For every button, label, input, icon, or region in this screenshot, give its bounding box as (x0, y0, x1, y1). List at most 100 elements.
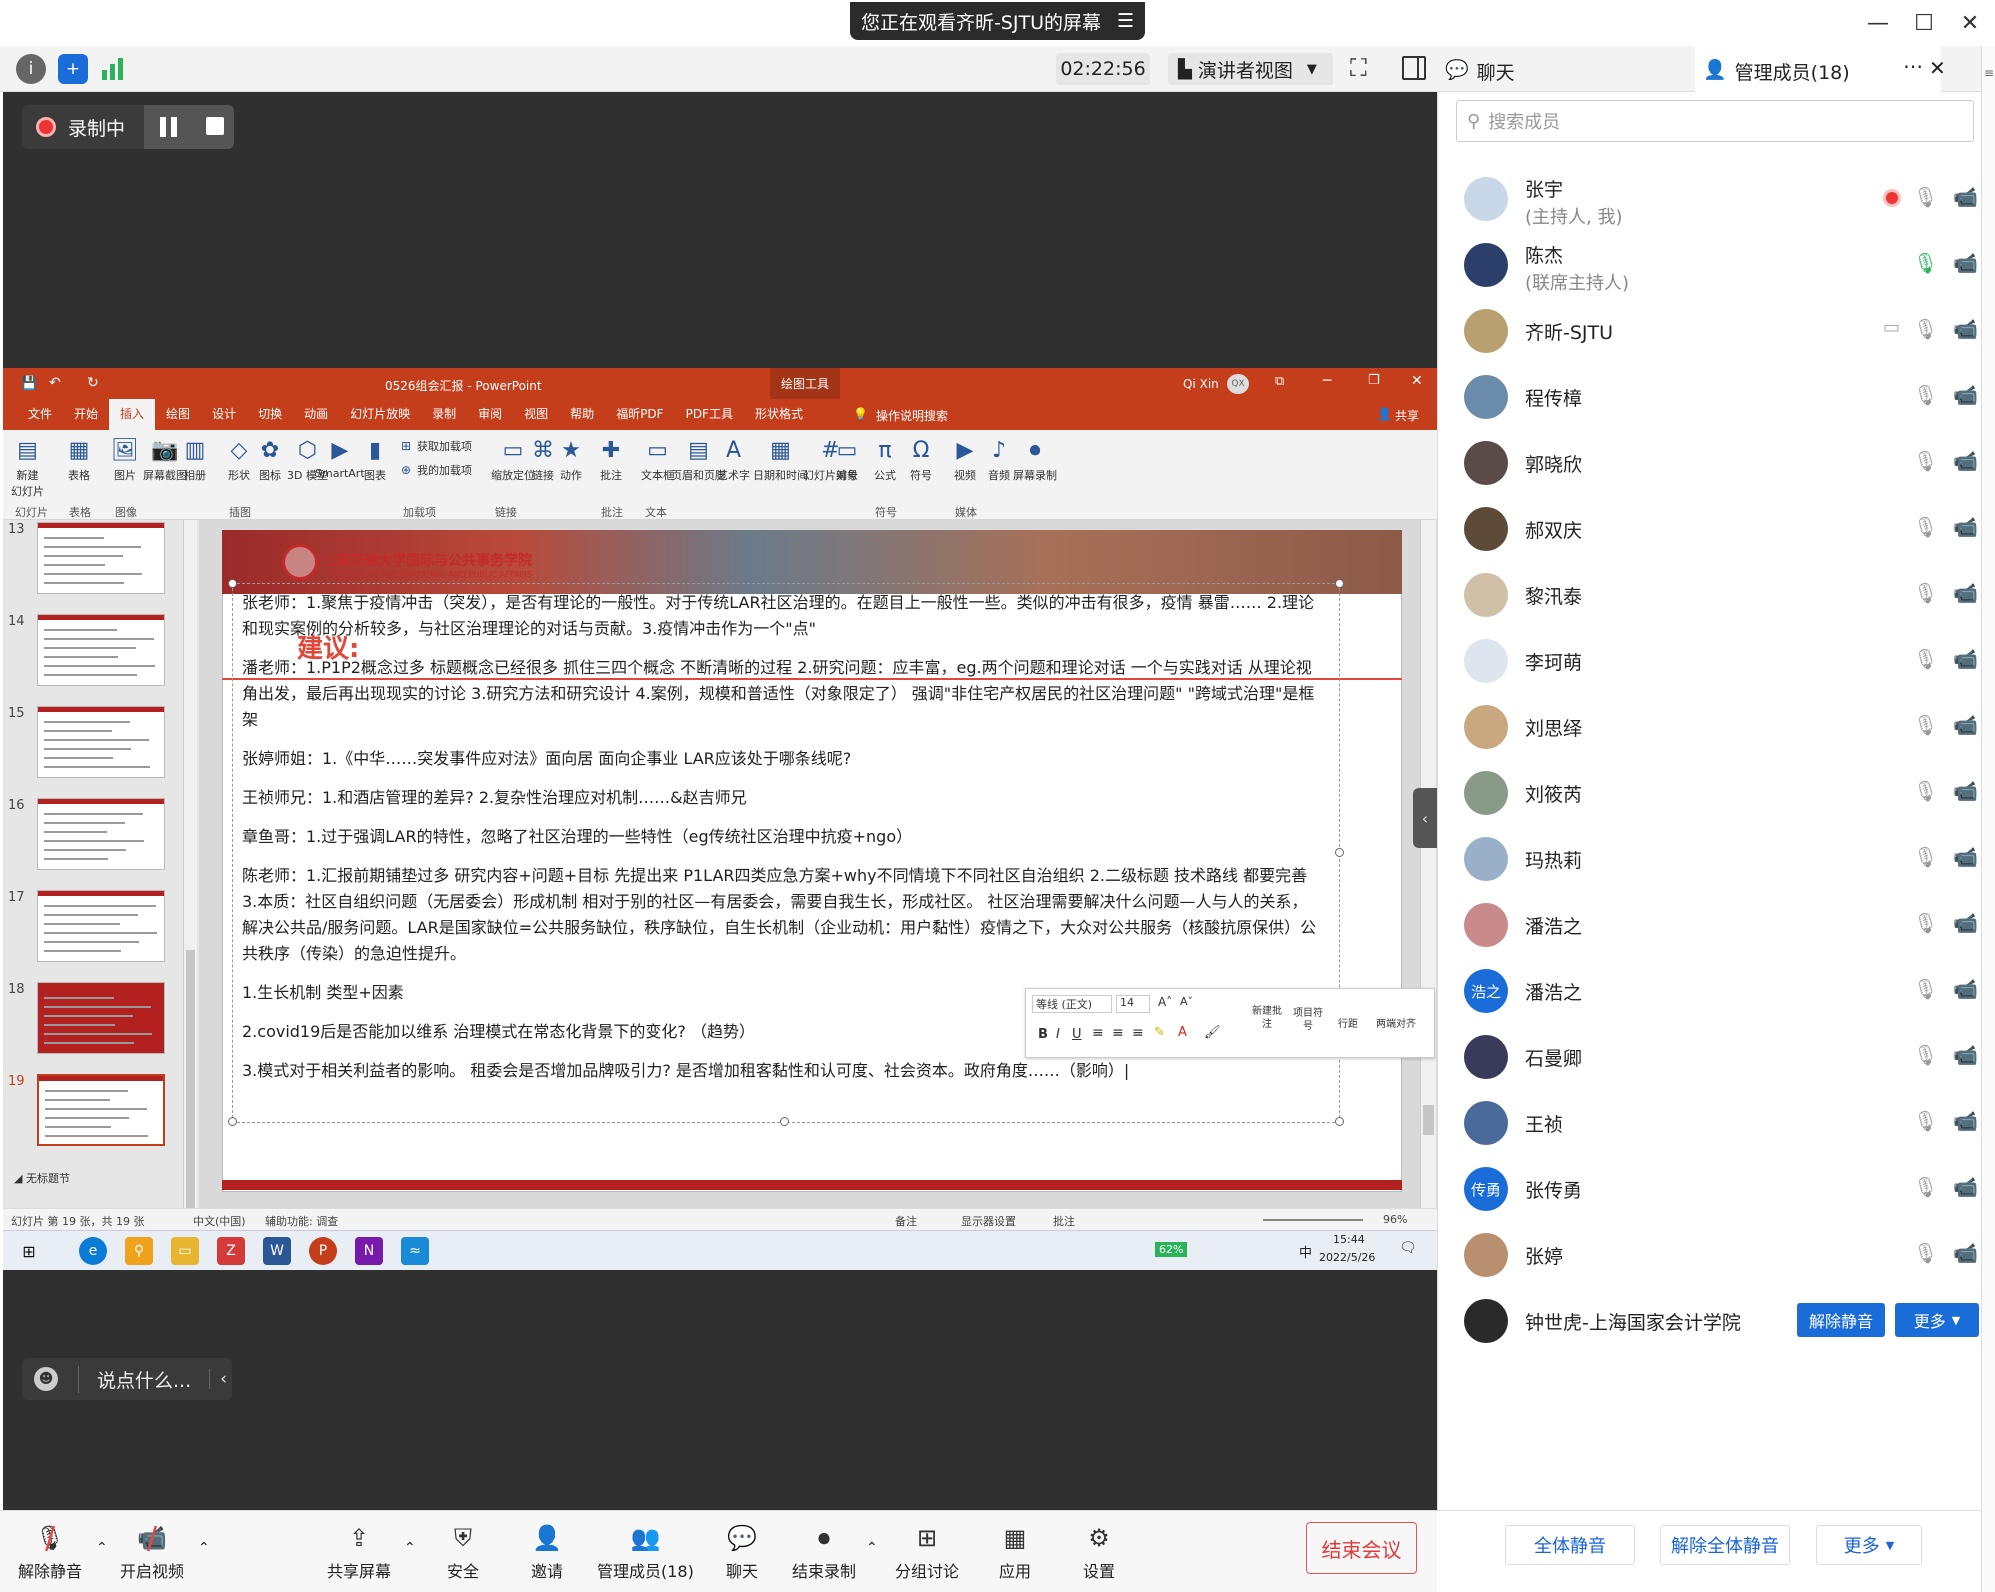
microphone-muted-icon[interactable]: 🎙 (1913, 713, 1938, 737)
onenote-icon[interactable]: N (355, 1237, 383, 1265)
ppt-tab[interactable]: 设计 (201, 399, 247, 430)
member-row[interactable]: 张宇 (主持人, 我) 🎙 📹 (1437, 165, 1981, 231)
settings-button[interactable]: ⚙ 设置 (1082, 1522, 1116, 1582)
member-row[interactable]: 郭晓欣 🎙 📹 (1437, 429, 1981, 495)
format-painter-icon[interactable]: 🖌 (1204, 1025, 1221, 1040)
security-button[interactable]: ⛨ 安全 (446, 1522, 480, 1582)
ppt-close-icon[interactable]: ✕ (1411, 373, 1423, 389)
camera-off-icon[interactable]: 📹 (1953, 1175, 1978, 1199)
microphone-muted-icon[interactable]: 🎙 (1913, 911, 1938, 935)
camera-off-icon[interactable]: 📹 (1953, 779, 1978, 803)
ppt-tab[interactable]: 帮助 (559, 399, 605, 430)
emoji-icon[interactable]: ☻ (34, 1367, 58, 1391)
edit-scrollbar[interactable] (1420, 520, 1436, 1210)
ribbon-button[interactable]: ▭ 文本框 (641, 436, 674, 483)
ppt-tab[interactable]: 视图 (513, 399, 559, 430)
member-row[interactable]: 王祯 🎙 📹 (1437, 1089, 1981, 1155)
ppt-tab[interactable]: 福昕PDF (605, 399, 674, 430)
font-color-icon[interactable]: A (1178, 1025, 1187, 1040)
save-icon[interactable]: 💾 (21, 376, 37, 391)
info-icon[interactable]: i (16, 54, 46, 84)
ribbon-button[interactable]: Ω 符号 (907, 436, 935, 483)
ppt-tab[interactable]: 切换 (247, 399, 293, 430)
ribbon-button[interactable]: ⌘ 链接 (529, 436, 557, 483)
ribbon-button[interactable]: ▥ 相册 (181, 436, 209, 483)
member-row[interactable]: 张婷 🎙 📹 (1437, 1221, 1981, 1287)
microphone-muted-icon[interactable]: 🎙 (1913, 1109, 1938, 1133)
mute-all-button[interactable]: 全体静音 (1505, 1525, 1635, 1565)
resize-handle[interactable] (1335, 848, 1344, 857)
tencent-meeting-icon[interactable]: ≈ (401, 1237, 429, 1265)
ribbon-display-icon[interactable]: ⧉ (1275, 374, 1284, 389)
panel-close-icon[interactable]: ✕ (1929, 56, 1946, 80)
resize-handle[interactable] (228, 579, 237, 588)
microphone-muted-icon[interactable]: 🎙 (1913, 1043, 1938, 1067)
ribbon-button[interactable]: ⊕ 我的加载项 (399, 462, 472, 478)
slide-thumbnail[interactable] (37, 522, 165, 594)
chat-button[interactable]: 💬 聊天 (725, 1522, 759, 1582)
taskbar-time[interactable]: 15:44 (1333, 1233, 1365, 1246)
member-row[interactable]: 浩之 潘浩之 🎙 📹 (1437, 957, 1981, 1023)
invite-button[interactable]: 👤 邀请 (530, 1522, 564, 1582)
ribbon-button[interactable]: ◇ 形状 (225, 436, 253, 483)
sidebar-toggle-icon[interactable] (1402, 56, 1426, 80)
chevron-up-icon[interactable]: ⌃ (866, 1540, 878, 1556)
underline-icon[interactable]: U (1072, 1027, 1082, 1042)
word-icon[interactable]: W (263, 1237, 291, 1265)
microphone-muted-icon[interactable]: 🎙 (1913, 185, 1938, 209)
breakout-button[interactable]: ⊞ 分组讨论 (895, 1522, 959, 1582)
slide-thumbnail[interactable] (37, 890, 165, 962)
ppt-tab[interactable]: 幻灯片放映 (339, 399, 421, 430)
member-row[interactable]: 李珂萌 🎙 📹 (1437, 627, 1981, 693)
signal-icon[interactable] (102, 58, 126, 80)
microphone-icon[interactable]: 🎙 (1913, 317, 1938, 341)
member-row[interactable]: 传勇 张传勇 🎙 📹 (1437, 1155, 1981, 1221)
accessibility-status[interactable]: 辅助功能: 调查 (265, 1213, 338, 1229)
ppt-tab[interactable]: 开始 (63, 399, 109, 430)
slide-thumbnail[interactable] (37, 1074, 165, 1146)
camera-off-icon[interactable]: 📹 (1953, 647, 1978, 671)
camera-off-icon[interactable]: 📹 (1953, 317, 1978, 341)
camera-off-icon[interactable]: 📹 (1953, 977, 1978, 1001)
member-row[interactable]: 郝双庆 🎙 📹 (1437, 495, 1981, 561)
search-app-icon[interactable]: ⚲ (125, 1237, 153, 1265)
tab-chat[interactable]: 💬 聊天 (1445, 58, 1515, 85)
apps-button[interactable]: ▦ 应用 (998, 1522, 1032, 1582)
camera-off-icon[interactable]: 📹 (1953, 185, 1978, 209)
zoom-level[interactable]: 96% (1383, 1213, 1407, 1226)
battery-status[interactable]: 62% (1155, 1242, 1188, 1257)
ribbon-button[interactable]: ▶ 视频 (951, 436, 979, 483)
collapse-panel-icon[interactable]: ‹ (1413, 788, 1437, 848)
ribbon-button[interactable]: ♪ 音频 (985, 436, 1013, 483)
camera-off-icon[interactable]: 📹 (1953, 1109, 1978, 1133)
line-spacing-button[interactable]: 行距 (1338, 1015, 1358, 1030)
unmute-button[interactable]: 🎙 / 解除静音 (18, 1521, 82, 1582)
camera-off-icon[interactable]: 📹 (1953, 581, 1978, 605)
microphone-muted-icon[interactable]: 🎙 (1913, 449, 1938, 473)
undo-icon[interactable]: ↶ (49, 375, 61, 391)
powerpoint-icon[interactable]: P (309, 1237, 337, 1265)
ribbon-button[interactable]: ★ 动作 (557, 436, 585, 483)
font-select[interactable]: 等线 (正文) (1032, 995, 1112, 1013)
maximize-icon[interactable]: ☐ (1906, 8, 1942, 38)
ribbon-button[interactable]: 🖼 图片 (111, 436, 139, 483)
file-explorer-icon[interactable]: ▭ (171, 1237, 199, 1265)
ppt-tab[interactable]: PDF工具 (675, 399, 744, 430)
chevron-up-icon[interactable]: ⌃ (404, 1540, 416, 1556)
close-icon[interactable]: ✕ (1952, 8, 1988, 38)
section-label[interactable]: ◢ 无标题节 (14, 1170, 70, 1186)
italic-icon[interactable]: I (1056, 1027, 1060, 1042)
ribbon-button[interactable]: ▦ 日期和时间 (753, 436, 808, 483)
microphone-muted-icon[interactable]: 🎙 (1913, 845, 1938, 869)
ribbon-button[interactable]: ▦ 表格 (65, 436, 93, 483)
edge-icon[interactable]: e (79, 1237, 107, 1265)
microphone-muted-icon[interactable]: 🎙 (1913, 515, 1938, 539)
member-row[interactable]: 钟世虎-上海国家会计学院 解除静音 更多 ▼ (1437, 1287, 1981, 1353)
menu-icon[interactable]: ☰ (1117, 10, 1134, 32)
resize-handle[interactable] (1335, 1117, 1344, 1126)
align-center-icon[interactable]: ≡ (1112, 1025, 1124, 1041)
share-screen-button[interactable]: ⇪ 共享屏幕 (327, 1522, 391, 1582)
resize-handle[interactable] (780, 1117, 789, 1126)
align-left-icon[interactable]: ≡ (1092, 1025, 1104, 1041)
zotero-icon[interactable]: Z (217, 1237, 245, 1265)
